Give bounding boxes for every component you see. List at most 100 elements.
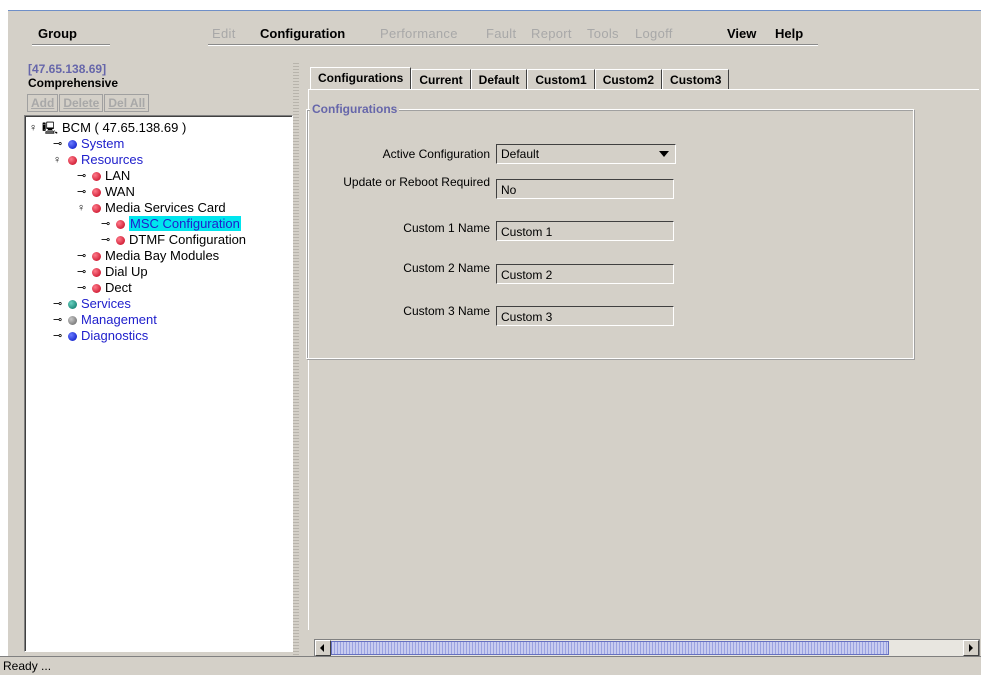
status-dot-icon [116, 236, 125, 245]
tab-custom3[interactable]: Custom3 [662, 69, 730, 90]
reboot-required-label: Update or Reboot Required [343, 175, 490, 189]
active-configuration-value: Default [501, 147, 540, 161]
tree-node-root[interactable]: ♀ 🖳 BCM ( 47.65.138.69 ) [29, 120, 186, 136]
navigation-tree[interactable]: ♀ 🖳 BCM ( 47.65.138.69 ) ⊸ System ♀ Resource… [24, 115, 293, 652]
scroll-right-button[interactable] [963, 640, 979, 656]
menu-configuration[interactable]: Configuration [260, 26, 345, 41]
tab-current[interactable]: Current [411, 69, 471, 90]
menu-report[interactable]: Report [531, 26, 572, 41]
tree-node-label: Management [81, 312, 157, 327]
dropdown-arrow-icon[interactable] [659, 151, 669, 157]
active-configuration-label: Active Configuration [382, 147, 490, 161]
menu-bar: Group Edit Configuration Performance Fau… [8, 11, 981, 49]
status-dot-icon [68, 156, 77, 165]
tree-node-dtmf-configuration[interactable]: ⊸ DTMF Configuration [101, 232, 246, 248]
tree-node-services[interactable]: ⊸ Services [53, 296, 131, 312]
tree-node-label: Diagnostics [81, 328, 149, 343]
tree-node-system[interactable]: ⊸ System [53, 136, 124, 152]
status-dot-icon [68, 140, 77, 149]
tree-node-label: Media Services Card [105, 200, 226, 215]
custom1-name-input[interactable]: Custom 1 [496, 221, 674, 241]
collapse-handle-icon[interactable]: ♀ [53, 152, 66, 168]
menu-view[interactable]: View [727, 26, 756, 41]
view-mode-label: Comprehensive [28, 76, 119, 90]
status-dot-icon [92, 188, 101, 197]
tree-node-label: System [81, 136, 125, 151]
scroll-left-button[interactable] [315, 640, 331, 656]
expand-handle-icon[interactable]: ⊸ [77, 280, 90, 296]
add-button[interactable]: Add [27, 94, 59, 112]
tree-node-label: DTMF Configuration [129, 232, 247, 247]
status-bar: Ready ... [0, 656, 981, 675]
expand-handle-icon[interactable]: ⊸ [53, 312, 66, 328]
expand-handle-icon[interactable]: ⊸ [101, 216, 114, 232]
status-dot-icon [68, 332, 77, 341]
status-dot-icon [92, 204, 101, 213]
tree-node-wan[interactable]: ⊸ WAN [77, 184, 135, 200]
expand-handle-icon[interactable]: ⊸ [77, 264, 90, 280]
tree-toolbar: Add Delete Del All [27, 94, 150, 112]
status-dot-icon [92, 252, 101, 261]
tab-custom2[interactable]: Custom2 [594, 69, 663, 90]
app-window: Group Edit Configuration Performance Fau… [8, 10, 981, 657]
collapse-handle-icon[interactable]: ♀ [29, 120, 42, 136]
tree-node-label: Media Bay Modules [105, 248, 220, 263]
tree-node-dial-up[interactable]: ⊸ Dial Up [77, 264, 148, 280]
status-dot-icon [92, 268, 101, 277]
menu-edit[interactable]: Edit [212, 26, 236, 41]
custom1-name-label: Custom 1 Name [403, 221, 490, 235]
status-dot-icon [68, 316, 77, 325]
expand-handle-icon[interactable]: ⊸ [53, 296, 66, 312]
group-title: Configurations [310, 102, 400, 116]
tree-node-lan[interactable]: ⊸ LAN [77, 168, 130, 184]
expand-handle-icon[interactable]: ⊸ [53, 136, 66, 152]
tree-node-management[interactable]: ⊸ Management [53, 312, 157, 328]
status-dot-icon [68, 300, 77, 309]
menu-fault[interactable]: Fault [486, 26, 516, 41]
tree-node-label: BCM ( 47.65.138.69 ) [62, 120, 187, 135]
tree-node-resources[interactable]: ♀ Resources [53, 152, 143, 168]
expand-handle-icon[interactable]: ⊸ [101, 232, 114, 248]
expand-handle-icon[interactable]: ⊸ [77, 248, 90, 264]
tree-node-label: WAN [105, 184, 135, 199]
tab-configurations[interactable]: Configurations [310, 67, 412, 90]
menu-group[interactable]: Group [38, 26, 77, 41]
tree-node-media-bay-modules[interactable]: ⊸ Media Bay Modules [77, 248, 219, 264]
custom2-name-label: Custom 2 Name [403, 261, 490, 275]
menu-logoff[interactable]: Logoff [635, 26, 673, 41]
custom3-name-input[interactable]: Custom 3 [496, 306, 674, 326]
tab-bar: Configurations Current Default Custom1 C… [310, 67, 730, 90]
delete-button[interactable]: Delete [59, 94, 104, 112]
custom2-name-input[interactable]: Custom 2 [496, 264, 674, 284]
horizontal-scrollbar[interactable] [314, 639, 980, 657]
menu-performance[interactable]: Performance [380, 26, 458, 41]
status-dot-icon [116, 220, 125, 229]
menu-divider [32, 45, 110, 46]
tab-default[interactable]: Default [470, 69, 528, 90]
device-ip: [47.65.138.69] [28, 62, 107, 76]
tree-node-media-services-card[interactable]: ♀ Media Services Card [77, 200, 226, 216]
scroll-left-arrow-icon [320, 644, 324, 652]
collapse-handle-icon[interactable]: ♀ [77, 200, 90, 216]
tree-node-label: Dect [105, 280, 132, 295]
tree-node-label: Resources [81, 152, 144, 167]
tree-node-msc-configuration[interactable]: ⊸ MSC Configuration [101, 216, 241, 232]
menu-help[interactable]: Help [775, 26, 803, 41]
expand-handle-icon[interactable]: ⊸ [77, 168, 90, 184]
pane-splitter[interactable] [293, 61, 299, 657]
tree-node-label: Services [81, 296, 131, 311]
tab-custom1[interactable]: Custom1 [527, 69, 595, 90]
expand-handle-icon[interactable]: ⊸ [77, 184, 90, 200]
tree-node-label: MSC Configuration [129, 216, 241, 231]
tree-node-diagnostics[interactable]: ⊸ Diagnostics [53, 328, 148, 344]
active-configuration-select[interactable]: Default [496, 144, 676, 164]
scroll-right-arrow-icon [969, 644, 973, 652]
reboot-required-field: No [496, 179, 674, 199]
scrollbar-thumb[interactable] [331, 641, 889, 655]
expand-handle-icon[interactable]: ⊸ [53, 328, 66, 344]
status-dot-icon [92, 172, 101, 181]
status-text: Ready ... [3, 659, 52, 673]
delete-all-button[interactable]: Del All [104, 94, 150, 112]
menu-tools[interactable]: Tools [587, 26, 619, 41]
tree-node-dect[interactable]: ⊸ Dect [77, 280, 132, 296]
